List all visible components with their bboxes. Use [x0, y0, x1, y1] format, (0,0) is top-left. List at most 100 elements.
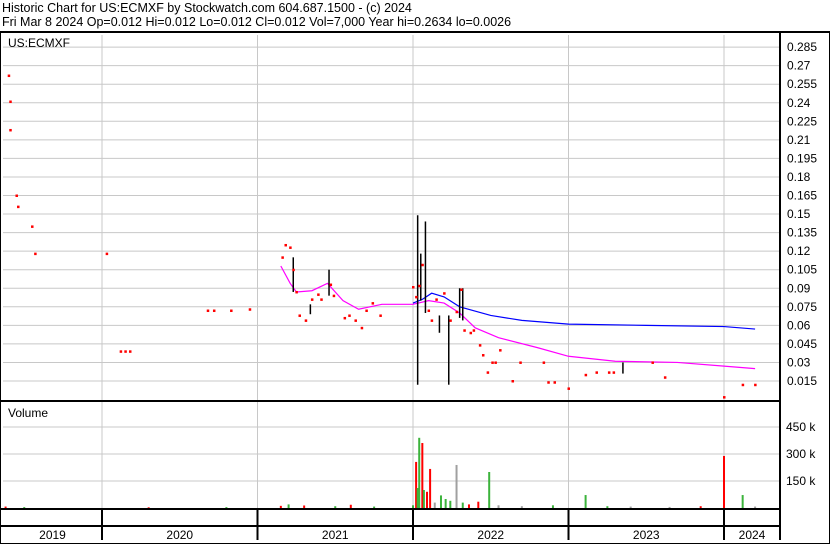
close-point [567, 387, 570, 390]
volume-bar [23, 507, 26, 508]
close-point [332, 294, 336, 298]
close-point [754, 383, 757, 387]
volume-tick-label: 450 k [786, 420, 816, 434]
close-point [519, 361, 522, 364]
price-tick-label: 0.255 [787, 77, 817, 91]
close-point [360, 326, 364, 330]
close-point [354, 319, 357, 322]
close-point [449, 319, 452, 322]
close-point [478, 344, 482, 347]
year-label: 2023 [633, 528, 660, 542]
volume-bar [741, 495, 744, 508]
close-point [124, 350, 127, 353]
volume-bar [147, 507, 150, 508]
close-point [212, 309, 216, 313]
close-point [427, 309, 431, 313]
volume-tick-label: 300 k [786, 447, 816, 461]
volume-bar [461, 502, 464, 508]
close-point [304, 319, 308, 322]
close-point [412, 286, 415, 289]
close-point [481, 354, 485, 357]
volume-bar [373, 506, 376, 508]
volume-bar [412, 505, 414, 508]
close-point [7, 74, 11, 78]
close-point [31, 225, 34, 228]
close-point [15, 194, 18, 197]
close-point [298, 314, 301, 317]
volume-bar [551, 505, 554, 508]
moving-average-line [412, 292, 756, 330]
volume-bar [497, 505, 500, 508]
close-point [292, 268, 295, 272]
close-point [9, 128, 12, 132]
volume-bar [279, 505, 282, 508]
price-tick-label: 0.03 [787, 355, 811, 369]
volume-bar [520, 506, 523, 508]
volume-bar [422, 490, 425, 508]
price-tick-label: 0.045 [787, 337, 817, 351]
price-tick-label: 0.12 [787, 244, 811, 258]
volume-bar [225, 507, 228, 508]
close-point [317, 293, 320, 296]
close-point [435, 298, 438, 301]
close-point [343, 316, 347, 320]
price-tick-label: 0.075 [787, 300, 817, 314]
close-point [463, 329, 466, 332]
price-tick-label: 0.225 [787, 114, 817, 128]
close-point [128, 350, 132, 353]
close-point [329, 283, 333, 287]
price-tick-label: 0.09 [787, 281, 811, 295]
close-point [491, 361, 494, 364]
price-tick-label: 0.135 [787, 226, 817, 240]
price-tick-label: 0.27 [787, 59, 811, 73]
volume-bar [429, 468, 432, 508]
close-point [415, 295, 418, 299]
close-point [542, 361, 546, 364]
close-point [119, 350, 123, 353]
volume-bar [334, 506, 337, 508]
close-point [553, 381, 557, 384]
close-point [595, 371, 598, 374]
close-point [511, 380, 515, 383]
close-point [460, 288, 463, 291]
price-tick-label: 0.195 [787, 151, 817, 165]
close-point [421, 263, 424, 267]
close-point [248, 308, 252, 311]
volume-bar [754, 506, 757, 508]
close-point [499, 349, 502, 352]
close-point [723, 396, 726, 399]
close-point [469, 331, 473, 335]
volume-bar [425, 491, 428, 508]
close-point [230, 309, 233, 313]
close-point [348, 314, 351, 317]
close-point [455, 310, 459, 314]
price-tick-label: 0.15 [787, 207, 811, 221]
year-label: 2019 [39, 528, 66, 542]
close-point [612, 371, 616, 374]
close-point [663, 376, 667, 379]
price-tick-label: 0.21 [787, 133, 811, 147]
close-point [206, 309, 210, 313]
price-volume-chart: US:ECMXF Volume 0.0150.030.0450.060.0750… [0, 32, 817, 542]
volume-bar [418, 437, 421, 508]
close-point [289, 246, 292, 249]
close-point [430, 319, 434, 322]
close-point [105, 252, 109, 256]
volume-tick-label: 150 k [786, 474, 816, 488]
volume-bar [349, 504, 352, 508]
volume-bar [477, 501, 480, 508]
close-point [472, 329, 476, 332]
price-tick-label: 0.24 [787, 96, 811, 110]
close-point [584, 373, 588, 377]
volume-bar [449, 500, 452, 508]
close-point [295, 290, 298, 294]
price-tick-label: 0.06 [787, 318, 811, 332]
grid [3, 35, 780, 508]
close-point [365, 309, 368, 313]
volume-bar [467, 504, 470, 508]
price-tick-label: 0.015 [787, 374, 817, 388]
price-tick-label: 0.285 [787, 40, 817, 54]
year-label: 2020 [166, 528, 193, 542]
close-point [486, 371, 490, 374]
symbol-label: US:ECMXF [8, 36, 70, 50]
